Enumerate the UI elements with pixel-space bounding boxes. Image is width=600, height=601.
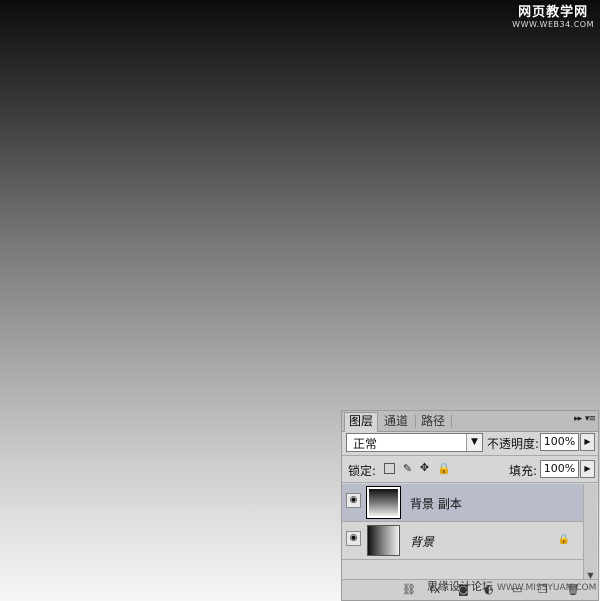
layer-row[interactable]: ◉ 背景 副本 [342, 484, 584, 522]
divider [342, 482, 598, 483]
watermark-top: 网页教学网 WWW.WEB34.COM [512, 6, 594, 29]
divider [342, 455, 598, 456]
watermark-bottom: 思缘设计论坛 WWW.MISSYUAN.COM [427, 578, 596, 594]
eye-icon[interactable]: ◉ [346, 493, 361, 508]
blend-mode-value: 正常 [353, 437, 378, 451]
tab-layers[interactable]: 图层 [344, 412, 379, 432]
layers-panel: 图层 通道 路径 ▸▸ ▾≡ 正常 ▼ 不透明度: 100% ▶ 锁定: ✎ ✥… [341, 410, 599, 601]
lock-position-icon[interactable]: ✥ [419, 462, 430, 473]
watermark-top-title: 网页教学网 [518, 5, 589, 20]
blend-mode-select[interactable]: 正常 ▼ [346, 433, 483, 452]
tab-paths[interactable]: 路径 [417, 413, 449, 430]
panel-tabbar: 图层 通道 路径 ▸▸ ▾≡ [342, 411, 598, 432]
chevron-down-icon[interactable]: ▼ [466, 434, 482, 451]
fill-input[interactable]: 100% [540, 460, 579, 478]
layer-name[interactable]: 背景 [410, 533, 434, 550]
lock-label: 锁定: [348, 464, 377, 478]
watermark-top-url: WWW.WEB34.COM [512, 20, 594, 29]
tab-separator [451, 415, 452, 428]
link-layers-icon[interactable]: ⛓ [402, 583, 416, 596]
tab-separator [415, 415, 416, 428]
layer-name[interactable]: 背景 副本 [410, 495, 462, 512]
layer-thumbnail [366, 486, 401, 519]
lock-icon: 🔒 [557, 534, 570, 545]
layer-thumbnail [367, 525, 400, 556]
layers-scrollbar[interactable]: ▼ [583, 484, 597, 582]
watermark-bottom-text: 思缘设计论坛 [427, 580, 493, 593]
watermark-bottom-url: WWW.MISSYUAN.COM [497, 583, 597, 593]
eye-icon[interactable]: ◉ [346, 531, 361, 546]
tab-channels[interactable]: 通道 [380, 413, 412, 430]
panel-menu-icon[interactable]: ▸▸ ▾≡ [574, 414, 596, 424]
lock-pixels-icon[interactable]: ✎ [402, 463, 413, 474]
opacity-slider-button[interactable]: ▶ [580, 433, 595, 451]
opacity-input[interactable]: 100% [540, 433, 579, 451]
opacity-label: 不透明度: [487, 437, 540, 451]
fill-slider-button[interactable]: ▶ [580, 460, 595, 478]
lock-all-icon[interactable]: 🔒 [437, 463, 451, 474]
layer-row[interactable]: ◉ 背景 🔒 [342, 522, 584, 560]
fill-label: 填充: [509, 464, 538, 478]
lock-transparency-icon[interactable] [384, 463, 395, 474]
